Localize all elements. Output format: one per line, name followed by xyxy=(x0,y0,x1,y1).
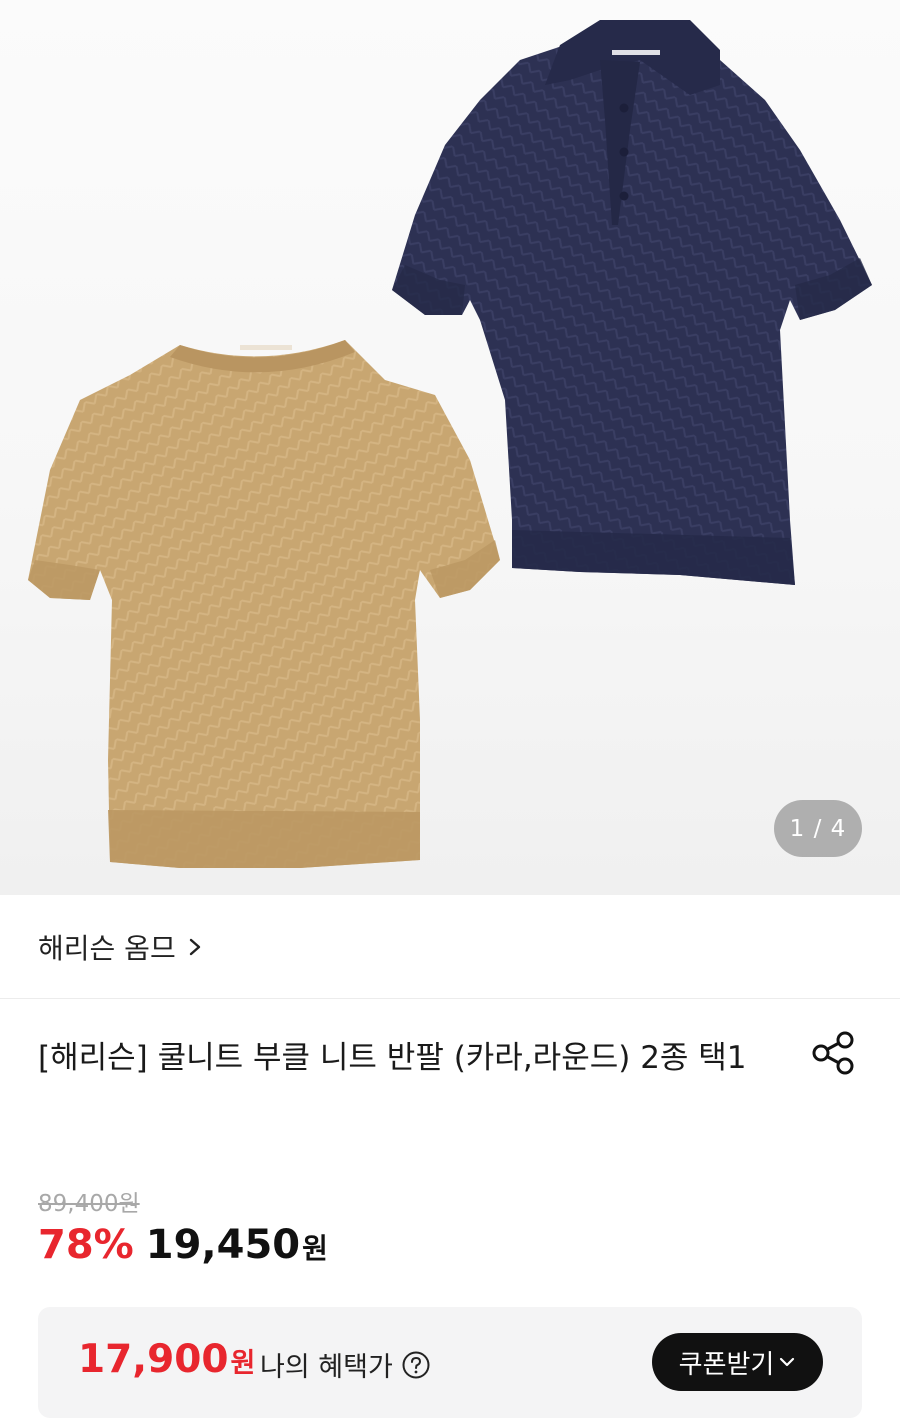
get-coupon-button[interactable]: 쿠폰받기 xyxy=(652,1333,823,1391)
benefit-currency: 원 xyxy=(230,1348,256,1379)
brand-link[interactable]: 해리슨 옴므 xyxy=(0,895,900,999)
benefit-label: 나의 혜택가 xyxy=(260,1345,431,1384)
share-icon[interactable] xyxy=(808,1030,858,1076)
benefit-label-text: 나의 혜택가 xyxy=(260,1352,393,1383)
coupon-button-label: 쿠폰받기 xyxy=(678,1349,775,1380)
beige-knit-shirt xyxy=(28,340,500,868)
sale-price-currency: 원 xyxy=(302,1232,328,1265)
discount-rate: 78% xyxy=(38,1222,134,1268)
product-image-gallery[interactable]: 1 / 4 xyxy=(0,0,900,895)
chevron-down-icon xyxy=(780,1357,795,1367)
sale-price: 19,450 xyxy=(145,1222,301,1268)
chevron-right-icon xyxy=(189,938,200,955)
image-page-indicator: 1 / 4 xyxy=(774,800,862,857)
product-title: [해리슨] 쿨니트 부클 니트 반팔 (카라,라운드) 2종 택1 xyxy=(38,1040,747,1076)
question-circle-icon[interactable] xyxy=(401,1350,431,1380)
benefit-price-box: 17,900 원 나의 혜택가 쿠폰받기 xyxy=(38,1307,862,1418)
product-photo xyxy=(28,20,872,868)
benefit-price: 17,900 원 xyxy=(78,1337,255,1382)
original-price: 89,400원 xyxy=(38,1191,140,1217)
benefit-amount: 17,900 xyxy=(78,1337,229,1382)
price-line: 78% 19,450 원 xyxy=(38,1222,328,1268)
brand-name: 해리슨 옴므 xyxy=(38,931,176,965)
